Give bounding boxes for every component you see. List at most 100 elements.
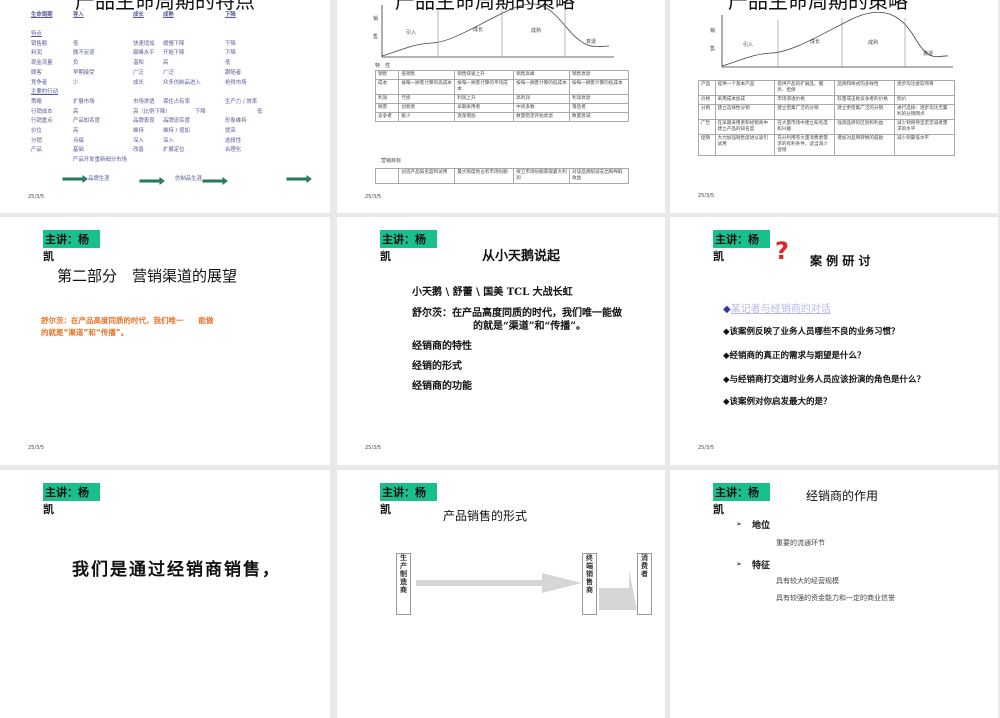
slide-title: 第二部分 营销渠道的展望 [57, 267, 238, 285]
slide-thumbnail-9[interactable]: 主讲：杨 凯 经销商的作用 ➢ 地位 重要的流通环节 ➢ 特征 具有较大的经营规… [670, 470, 998, 718]
table-cell: 较量或击败竞争者的价格 [834, 95, 895, 105]
slide-title: 经销商的作用 [806, 489, 879, 503]
list-item: 经销的形式 [412, 361, 462, 372]
table-cell: 广告 [698, 119, 716, 135]
table-row: 竞争者 极少 逐渐增加 数量稳定开始衰退 数量衰减 [374, 112, 629, 122]
slide-title: 案 例 研 讨 [810, 254, 871, 268]
table-cell: 按每一顾客计算的低成本 [569, 79, 629, 95]
table-cell: 低销售 [398, 70, 456, 80]
flow-box-manufacturer: 生产制造商 [396, 553, 411, 615]
slide-thumbnail-1[interactable]: 产品生命周期的特点 生命周期 导入 成长 成熟 下降 特点 销售额低快速增加 缓慢下降 下降 利润… [0, 0, 330, 213]
table-cell: 采用成本加成 [714, 95, 776, 105]
flow-box-consumer: 消费者 [637, 553, 652, 615]
table-cell: 按每一顾客计算的平均成本 [454, 79, 515, 95]
arrow-icon [139, 177, 165, 185]
table-cell: 削价 [893, 95, 956, 105]
question-item: ◆该案例反映了业务人员哪些不良的业务习惯？ [723, 327, 900, 337]
table-cell: 按每一顾客计算的高成本 [398, 79, 456, 95]
stage-label: 成长 [810, 39, 821, 45]
speaker-name: 凯 [713, 250, 724, 263]
stage-label: 衰退 [923, 51, 934, 57]
table-cell: 保卫市场份额获取最大利润 [513, 168, 571, 184]
table-cell: 建立选择性分销 [714, 104, 776, 120]
speaker-name: 凯 [380, 250, 391, 263]
detail-text: 具有较大的经营规模 [776, 577, 839, 585]
table-row: 顾客 创新者 早期采用者 中间多数 落后者 [374, 103, 629, 113]
question-item: ◆该案例对你启发最大的是？ [723, 397, 832, 407]
speaker-badge: 主讲：杨 [713, 230, 770, 248]
table-row: 促销 大力加强销售促进以吸引试用 充分利用有大量消费者需求的有利条件，适当减少促销增… [698, 134, 956, 156]
slide-date: 25/3/5 [28, 194, 45, 200]
section-label: 特 性 [375, 63, 391, 69]
speaker-name: 凯 [43, 503, 54, 516]
table-row: 产品 提供一个基本产品 提供产品的扩展品、服务、担保 品牌和样式的多样性 逐步淘汰疲软项… [698, 80, 956, 96]
slide-thumbnail-6[interactable]: 主讲：杨 凯 ? 案 例 研 讨 ◆某记者与经销商的对话 ◆该案例反映了业务人员… [670, 217, 998, 465]
slide-thumbnail-8[interactable]: 主讲：杨 凯 产品销售的形式 生产制造商 终端销售商 消费者 [337, 470, 665, 718]
table-cell: 创造产品知名度和试用 [398, 168, 456, 184]
list-item: 经销商的特性 [412, 341, 472, 352]
table-cell: 逐渐增加 [454, 112, 515, 122]
table-cell: 市场渗透价格 [774, 95, 836, 105]
table-cell: 价格 [698, 95, 716, 105]
arrow-icon [202, 177, 228, 185]
table-cell: 分销 [698, 104, 716, 120]
table-cell: 销售快速上升 [454, 70, 515, 80]
table-cell: 提供产品的扩展品、服务、担保 [774, 80, 836, 96]
table-cell: 大力加强销售促进以吸引试用 [714, 134, 776, 156]
table-cell: 销售高峰 [513, 70, 571, 80]
slide-title: 从小天鹅说起 [482, 249, 561, 264]
question-mark-icon: ? [775, 237, 789, 265]
flow-arrows [416, 570, 637, 610]
heading-feature: 特征 [752, 561, 771, 571]
table-cell: 对该品牌削减支出和榨取收益 [569, 168, 629, 184]
slide-date: 25/3/5 [28, 445, 45, 451]
flow-box-retailer: 终端销售商 [582, 553, 597, 615]
table-cell: 销售衰退 [569, 70, 629, 80]
speaker-badge: 主讲：杨 [380, 230, 437, 248]
table-row: 分销 建立选择性分销 建立密集广泛的分销 建立更密集广泛的分销 进行选择：逐步淘汰无赢利… [698, 104, 956, 120]
slide-thumbnail-2[interactable]: 产品生命周期的策略 销售引入 成长 成熟 衰退 特 性 销售 低销售 销售快速上升 销售高峰… [337, 0, 665, 213]
table-cell: 利润上升 [454, 94, 515, 104]
data-table: 产品 提供一个基本产品 提供产品的扩展品、服务、担保 品牌和样式的多样性 逐步淘汰疲软项… [698, 80, 956, 156]
table-row: 价格 采用成本加成 市场渗透价格 较量或击败竞争者的价格 削价 [698, 95, 956, 105]
case-link[interactable]: ◆某记者与经销商的对话 [723, 300, 831, 315]
axis-label: 售 [710, 46, 716, 52]
table-row: 销售 低销售 销售快速上升 销售高峰 销售衰退 [374, 70, 629, 80]
detail-text: 重要的流通环节 [776, 539, 825, 547]
table-cell: 顾客 [374, 103, 400, 113]
table-cell: 成本 [374, 79, 400, 95]
question-item: ◆与经销商打交道时业务人员应该扮演的角色是什么？ [723, 375, 926, 385]
table-cell: 数量稳定开始衰退 [513, 112, 571, 122]
speaker-badge: 主讲：杨 [43, 483, 100, 501]
lifecycle-chart [381, 3, 614, 58]
slide-thumbnail-4[interactable]: 主讲：杨 凯 第二部分 营销渠道的展望 舒尔茨：在产品高度同质的时代，我们唯一 … [0, 217, 330, 465]
stage-label: 引入 [743, 42, 754, 48]
table-cell: 高利润 [513, 94, 571, 104]
list-item: 经销商的功能 [412, 381, 472, 392]
stage-label: 成熟 [868, 40, 879, 46]
speaker-badge: 主讲：杨 [713, 483, 770, 501]
quote-line: 的就是“渠道”和“传播”。 [41, 328, 129, 337]
arrow-icon [62, 175, 88, 183]
lifecycle-chart [721, 11, 953, 68]
table-cell: 增加对品牌转换的鼓励 [834, 134, 895, 156]
arrows [62, 175, 312, 185]
heading-position: 地位 [752, 521, 771, 531]
table-cell: 极少 [398, 112, 456, 122]
table-cell: 减少到最低水平 [893, 134, 956, 156]
table-cell: 按每一顾客计算的低成本 [513, 79, 571, 95]
table-cell: 促销 [698, 134, 716, 156]
table-cell: 早期采用者 [454, 103, 515, 113]
table-cell: 减少到保持坚定忠诚者需求的水平 [893, 119, 956, 135]
slide-thumbnail-5[interactable]: 主讲：杨 凯 从小天鹅说起 小天鹅 \ 舒蕾 \ 国美 TCL 大战长虹 舒尔茨… [337, 217, 665, 465]
arrow-icon [286, 175, 312, 183]
data-table: 销售 低销售 销售快速上升 销售高峰 销售衰退 成本 按每一顾客计算的高成本 按每一顾客计算的… [374, 70, 629, 122]
table-cell: 在早期采用者和经销商中建立产品的知名度 [714, 119, 776, 135]
axis-label: 销 [710, 28, 716, 34]
slide-thumbnail-7[interactable]: 主讲：杨 凯 我们是通过经销商销售， [0, 470, 330, 718]
quote-line: 舒尔茨：在产品高度同质的时代，我们唯一 能做 [41, 316, 214, 325]
slide-thumbnail-3[interactable]: 产品生命周期的策略 销售引入 成长 成熟 衰退 产品 提供一个基本产品 提供产品的扩展品、… [670, 0, 998, 213]
axis-label: 售 [373, 34, 379, 40]
table-cell: 强调品牌的区别和利益 [834, 119, 895, 135]
slide-date: 25/3/5 [365, 194, 382, 200]
